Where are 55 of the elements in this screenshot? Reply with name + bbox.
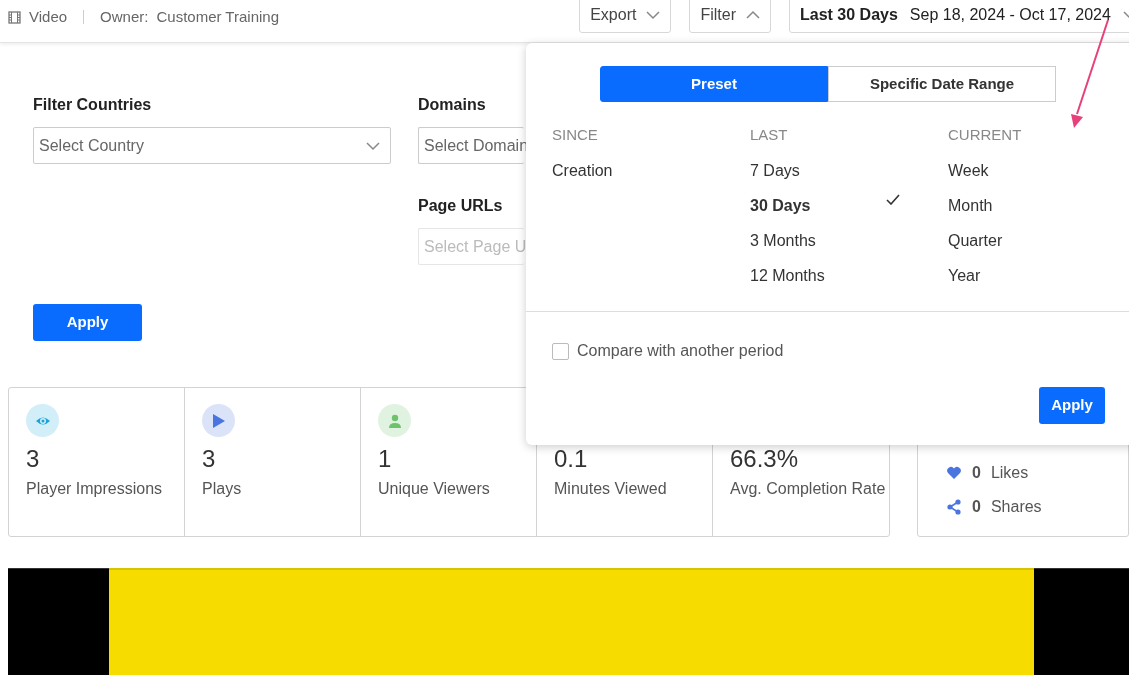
column-heading: SINCE [552, 125, 599, 145]
preset-option[interactable]: 7 Days [750, 158, 900, 194]
stat-label: Plays [202, 479, 243, 499]
toolbar-button[interactable]: Export [579, 0, 672, 33]
stat-value: 1 [378, 447, 393, 471]
engagement-count: 0 [972, 497, 981, 517]
checkbox[interactable] [552, 342, 569, 360]
chevron-down-icon [646, 9, 661, 20]
mode-tab[interactable]: Specific Date Range [828, 66, 1056, 102]
stat-label: Avg. Completion Rate [730, 479, 887, 499]
checkbox-label: Compare with another period [577, 341, 784, 361]
chevron-up-icon [746, 9, 760, 20]
chevron-down-icon [366, 140, 380, 151]
field-label: Page URLs [418, 196, 504, 216]
person-badge-icon [378, 404, 411, 437]
check-icon [886, 193, 900, 205]
play-badge-icon [202, 404, 235, 437]
preset-label: Last 30 Days [800, 4, 898, 25]
owner-label: Owner: [100, 7, 149, 27]
date-range: Sep 18, 2024 - Oct 17, 2024 [909, 4, 1111, 25]
stat-value: 66.3% [730, 447, 800, 471]
mode-tab[interactable]: Preset [600, 66, 828, 102]
field-label: Filter Countries [33, 95, 153, 115]
type-label: Video [29, 7, 68, 27]
preset-option[interactable]: Quarter [948, 228, 1098, 264]
field-label: Domains [418, 95, 487, 115]
date-range-button[interactable]: Last 30 Days Sep 18, 2024 - Oct 17, 2024 [789, 0, 1129, 33]
engagement-label: Likes [990, 463, 1029, 483]
stat-value: 0.1 [554, 447, 589, 471]
apply-button[interactable]: Apply [1039, 387, 1105, 424]
select-field[interactable]: Select Country [33, 127, 391, 164]
column-heading: LAST [750, 125, 789, 145]
stat-label: Player Impressions [26, 479, 164, 499]
share-icon [946, 499, 962, 515]
preset-option[interactable]: Week [948, 158, 1098, 194]
preset-option[interactable]: Creation [552, 158, 702, 194]
preset-option[interactable]: Month [948, 193, 1098, 229]
select-field[interactable]: Select Domain [418, 127, 524, 164]
stat-label: Minutes Viewed [554, 479, 668, 499]
heart-icon [946, 465, 962, 481]
toolbar-button[interactable]: Filter [689, 0, 771, 33]
engagement-label: Shares [990, 497, 1042, 517]
engagement-count: 0 [972, 463, 981, 483]
stat-label: Unique Viewers [378, 479, 491, 499]
preset-option[interactable]: 3 Months [750, 228, 900, 264]
stat-value: 3 [202, 447, 217, 471]
preset-option[interactable]: 30 Days [750, 193, 900, 229]
eye-badge-icon [26, 404, 59, 437]
owner-name: Customer Training [156, 7, 279, 27]
preset-option[interactable]: 12 Months [750, 263, 900, 299]
film-icon [8, 10, 21, 24]
preset-option[interactable]: Year [948, 263, 1098, 299]
apply-button[interactable]: Apply [33, 304, 142, 341]
column-heading: CURRENT [948, 125, 1023, 145]
stat-value: 3 [26, 447, 41, 471]
